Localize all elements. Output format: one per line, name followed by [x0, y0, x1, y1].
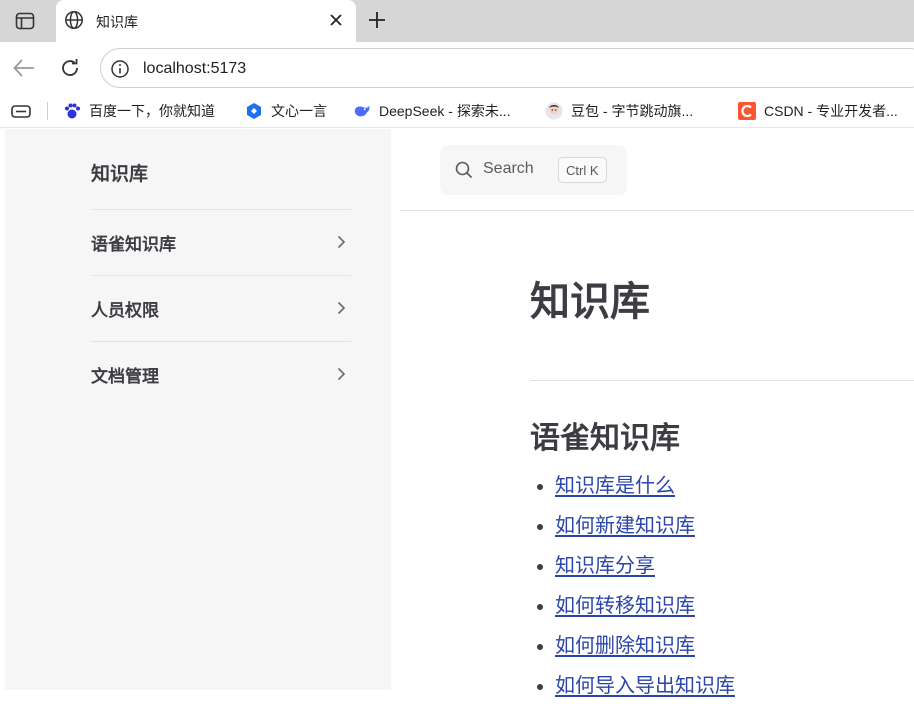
- bullet: [537, 684, 543, 690]
- chevron-right-icon: [337, 367, 346, 381]
- back-button[interactable]: [10, 54, 38, 82]
- bookmark-deepseek[interactable]: DeepSeek - 探索未...: [353, 94, 511, 128]
- new-tab-button[interactable]: [364, 7, 390, 33]
- bookmark-baidu[interactable]: 百度一下，你就知道: [63, 94, 215, 128]
- page-title: 知识库: [530, 280, 650, 324]
- page-viewport: 知识库 语雀知识库 人员权限 文档管理 Search Ctrl K 知识库 语雀…: [0, 129, 914, 697]
- plus-icon: [369, 12, 385, 28]
- chevron-right-icon: [337, 235, 346, 249]
- list-item: 如何转移知识库: [534, 591, 735, 631]
- csdn-icon: [738, 102, 756, 120]
- tab-actions-menu-button[interactable]: [8, 7, 42, 35]
- chevron-right-icon: [337, 301, 346, 315]
- sidebar-title[interactable]: 知识库: [91, 159, 148, 186]
- search-placeholder: Search: [483, 160, 534, 177]
- bookmark-label: 豆包 - 字节跳动旗...: [571, 103, 694, 119]
- baidu-paw-icon: [63, 102, 81, 120]
- divider: [47, 102, 48, 120]
- doc-link[interactable]: 如何删除知识库: [555, 635, 695, 657]
- bookmark-label: 百度一下，你就知道: [89, 103, 215, 119]
- search-icon: [455, 161, 473, 179]
- globe-icon: [65, 11, 83, 29]
- sidebar-item-doc-management[interactable]: 文档管理: [91, 342, 351, 406]
- doc-link-list: 知识库是什么 如何新建知识库 知识库分享 如何转移知识库 如何删除知识库 如何导…: [534, 471, 735, 711]
- doubao-avatar-icon: [545, 102, 563, 120]
- reload-icon: [62, 59, 78, 76]
- section-title: 语雀知识库: [530, 422, 680, 455]
- browser-toolbar: localhost:5173: [0, 42, 914, 94]
- list-item: 如何新建知识库: [534, 511, 735, 551]
- bullet: [537, 604, 543, 610]
- doc-link[interactable]: 如何新建知识库: [555, 515, 695, 537]
- tab-strip: 知识库: [0, 0, 914, 42]
- sidebar: 知识库 语雀知识库 人员权限 文档管理: [5, 129, 391, 690]
- bookmarks-bar: 百度一下，你就知道 文心一言 DeepSeek - 探索未... 豆包 - 字节…: [0, 94, 914, 128]
- doc-link[interactable]: 如何转移知识库: [555, 595, 695, 617]
- sidebar-item-yuque-knowledge[interactable]: 语雀知识库: [91, 210, 351, 274]
- arrow-left-icon: [13, 59, 34, 77]
- header-divider: [400, 210, 914, 211]
- divider: [530, 380, 914, 381]
- list-item: 如何导入导出知识库: [534, 671, 735, 711]
- bookmark-label: 文心一言: [271, 103, 327, 119]
- search-button[interactable]: Search Ctrl K: [440, 145, 627, 195]
- sidebar-item-label: 文档管理: [91, 366, 159, 386]
- shortcut-ctrl: Ctrl: [566, 162, 587, 178]
- shortcut-badge: Ctrl K: [558, 157, 607, 183]
- info-icon[interactable]: [110, 59, 130, 79]
- reload-button[interactable]: [56, 54, 84, 82]
- sidebar-item-permissions[interactable]: 人员权限: [91, 276, 351, 340]
- bookmark-wenxin[interactable]: 文心一言: [245, 94, 327, 128]
- list-item: 知识库是什么: [534, 471, 735, 511]
- list-item: 知识库分享: [534, 551, 735, 591]
- shortcut-key: K: [589, 162, 599, 178]
- list-item: 如何删除知识库: [534, 631, 735, 671]
- bookmark-csdn[interactable]: CSDN - 专业开发者...: [738, 94, 898, 128]
- sidebar-item-label: 人员权限: [91, 300, 159, 320]
- bookmark-doubao[interactable]: 豆包 - 字节跳动旗...: [545, 94, 693, 128]
- bullet: [537, 564, 543, 570]
- close-tab-button[interactable]: [326, 10, 346, 30]
- deepseek-whale-icon: [353, 102, 371, 120]
- address-bar[interactable]: localhost:5173: [100, 48, 914, 88]
- collections-icon[interactable]: [10, 101, 32, 121]
- doc-link[interactable]: 知识库是什么: [555, 475, 675, 497]
- bullet: [537, 484, 543, 490]
- window-layout-icon: [15, 12, 35, 30]
- sidebar-item-label: 语雀知识库: [91, 234, 176, 254]
- wenxin-icon: [245, 102, 263, 120]
- browser-tab-active[interactable]: 知识库: [56, 0, 356, 42]
- doc-link[interactable]: 如何导入导出知识库: [555, 675, 735, 697]
- bullet: [537, 524, 543, 530]
- bookmark-label: DeepSeek - 探索未...: [379, 103, 511, 119]
- bookmark-label: CSDN - 专业开发者...: [764, 103, 898, 119]
- url-text: localhost:5173: [143, 60, 247, 77]
- tab-title: 知识库: [96, 14, 138, 30]
- doc-link[interactable]: 知识库分享: [555, 555, 655, 577]
- bullet: [537, 644, 543, 650]
- close-icon: [330, 14, 342, 26]
